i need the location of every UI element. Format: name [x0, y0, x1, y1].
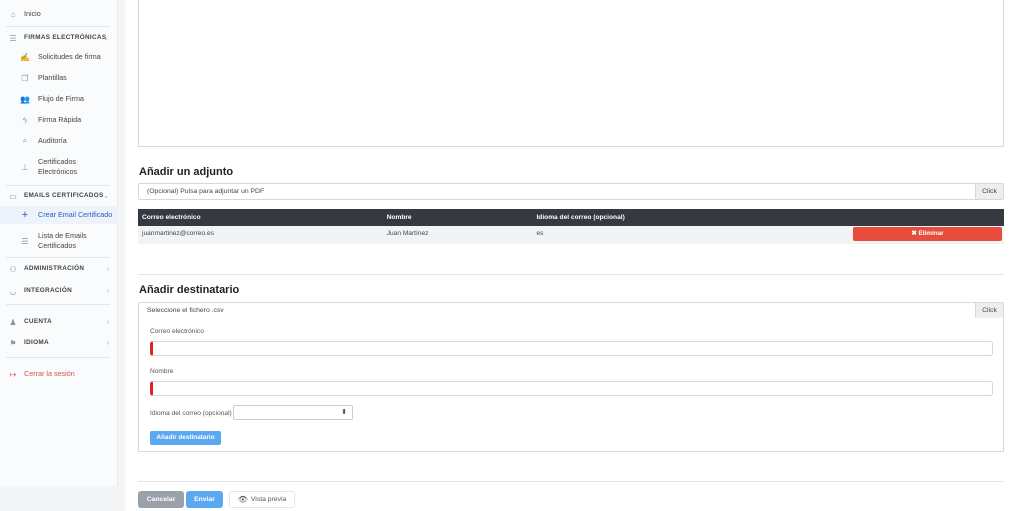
delete-recipient-button[interactable]: ✖ Eliminar: [853, 227, 1002, 241]
sidebar-item-label: Auditoría: [38, 136, 67, 145]
sidebar-item-flujo[interactable]: 👥 Flujo de Firma: [0, 93, 118, 105]
sidebar-item-inicio[interactable]: ⌂ Inicio: [0, 8, 118, 20]
recipients-table: Correo electrónico Nombre Idioma del cor…: [138, 209, 1004, 244]
email-body-editor[interactable]: [138, 0, 1004, 147]
recipient-name: Juan Martínez: [382, 226, 533, 244]
chevron-down-icon: ⌄: [103, 35, 109, 42]
flag-icon: ⚑: [9, 338, 17, 348]
sidebar-section-firmas[interactable]: ☰ FIRMAS ELECTRÓNICAS ⌄: [0, 32, 118, 44]
user-cog-icon: ⚇: [9, 264, 17, 274]
sidebar-item-label: Flujo de Firma: [38, 94, 84, 103]
column-header: Correo electrónico: [138, 209, 383, 226]
users-icon: 👥: [20, 94, 30, 104]
recipient-language: es: [532, 226, 846, 244]
shield-icon: ◡: [9, 286, 17, 296]
send-button[interactable]: Enviar: [186, 491, 223, 508]
column-header: Nombre: [382, 209, 533, 226]
sidebar-item-certificados[interactable]: ⊥ Certificados Electrónicos: [0, 156, 118, 178]
sidebar-item-firma-rapida[interactable]: ϟ Firma Rápida: [0, 114, 118, 126]
sidebar-item-logout[interactable]: ↦ Cerrar la sesión: [0, 368, 118, 380]
cancel-button[interactable]: Cancelar: [138, 491, 184, 508]
sidebar-item-auditoria[interactable]: ⌕ Auditoría: [0, 135, 118, 147]
divider: [6, 257, 110, 258]
sidebar-section-emails[interactable]: ▭ EMAILS CERTIFICADOS ⌄: [0, 190, 118, 202]
envelope-icon: ▭: [9, 191, 17, 201]
sidebar: ⌂ Inicio ☰ FIRMAS ELECTRÓNICAS ⌄ ✍ Solic…: [0, 0, 118, 486]
sidebar-item-plantillas[interactable]: ❐ Plantillas: [0, 72, 118, 84]
divider: [6, 26, 110, 27]
name-label: Nombre: [150, 368, 174, 375]
list-icon: ☰: [21, 236, 29, 246]
language-select[interactable]: ⬍: [233, 405, 353, 420]
sidebar-item-crear-email[interactable]: + Crear Email Certificado: [0, 206, 118, 224]
sidebar-item-label: Lista de Emails Certificados: [38, 231, 87, 250]
sidebar-item-label: Certificados Electrónicos: [38, 157, 78, 176]
add-recipient-form: Correo electrónico Nombre Idioma del cor…: [138, 318, 1004, 452]
preview-button[interactable]: 👁 Vista previa: [229, 491, 295, 508]
sidebar-item-label: ADMINISTRACIÓN: [24, 265, 85, 272]
chevron-right-icon: ›: [106, 265, 109, 273]
attachment-placeholder: (Opcional) Pulsa para adjuntar un PDF: [147, 188, 265, 195]
language-label: Idioma del correo (opcional): [150, 410, 232, 417]
chevron-right-icon: ›: [106, 339, 109, 347]
email-label: Correo electrónico: [150, 328, 204, 335]
signature-icon: ✍: [20, 52, 30, 62]
email-field[interactable]: [150, 341, 993, 356]
divider: [6, 304, 110, 305]
sidebar-item-label: IDIOMA: [24, 339, 49, 346]
divider: [138, 274, 1004, 275]
chevron-right-icon: ›: [106, 318, 109, 326]
sidebar-item-label: EMAILS CERTIFICADOS: [24, 192, 104, 199]
chevron-down-icon: ⌄: [103, 193, 109, 200]
attachment-browse-button[interactable]: Click: [975, 184, 1003, 199]
select-arrows-icon: ⬍: [341, 409, 347, 416]
table-header-row: Correo electrónico Nombre Idioma del cor…: [138, 209, 1004, 226]
bolt-icon: ϟ: [22, 115, 28, 125]
sidebar-item-label: INTEGRACIÓN: [24, 287, 73, 294]
main-content: Añadir un adjunto (Opcional) Pulsa para …: [125, 0, 1024, 511]
recipient-email: juanmartinez@correo.es: [138, 226, 383, 244]
sidebar-item-label: FIRMAS ELECTRÓNICAS: [24, 34, 107, 41]
sidebar-section-idioma[interactable]: ⚑ IDIOMA ›: [0, 337, 118, 349]
sidebar-item-label: Firma Rápida: [38, 115, 82, 124]
certificate-icon: ⊥: [21, 162, 29, 172]
sidebar-item-label: Crear Email Certificado: [38, 210, 113, 219]
recipient-action-cell: ✖ Eliminar: [846, 226, 1004, 244]
csv-file-input[interactable]: Seleccione el fichero .csv Click: [138, 302, 1004, 319]
sidebar-item-label: CUENTA: [24, 318, 52, 325]
copy-icon: ❐: [21, 73, 29, 83]
chevron-right-icon: ›: [106, 287, 109, 295]
sidebar-item-label: Cerrar la sesión: [24, 369, 75, 378]
divider: [138, 481, 1004, 482]
list-icon: ☰: [9, 33, 17, 43]
sidebar-section-administracion[interactable]: ⚇ ADMINISTRACIÓN ›: [0, 263, 118, 275]
sidebar-section-cuenta[interactable]: ♟ CUENTA ›: [0, 316, 118, 328]
user-icon: ♟: [9, 317, 17, 327]
logout-icon: ↦: [9, 369, 17, 379]
csv-browse-button[interactable]: Click: [975, 303, 1003, 318]
preview-label: Vista previa: [250, 496, 287, 503]
attachment-file-input[interactable]: (Opcional) Pulsa para adjuntar un PDF Cl…: [138, 183, 1004, 200]
sidebar-section-integracion[interactable]: ◡ INTEGRACIÓN ›: [0, 285, 118, 297]
csv-placeholder: Seleccione el fichero .csv: [147, 307, 224, 314]
home-icon: ⌂: [10, 9, 16, 19]
eye-icon: 👁: [237, 495, 248, 504]
add-recipient-title: Añadir destinatario: [139, 284, 240, 296]
sidebar-item-label: Solicitudes de firma: [38, 52, 101, 61]
sidebar-item-label: Plantillas: [38, 73, 67, 82]
divider: [6, 185, 110, 186]
sidebar-item-solicitudes[interactable]: ✍ Solicitudes de firma: [0, 51, 118, 63]
divider: [6, 357, 110, 358]
column-header: Idioma del correo (opcional): [532, 209, 846, 226]
search-icon: ⌕: [22, 136, 28, 145]
add-recipient-button[interactable]: Añadir destinatario: [150, 431, 221, 445]
sidebar-item-lista-emails[interactable]: ☰ Lista de Emails Certificados: [0, 230, 118, 252]
plus-icon: +: [21, 209, 29, 221]
attachment-title: Añadir un adjunto: [139, 166, 234, 178]
table-row: juanmartinez@correo.es Juan Martínez es …: [138, 226, 1004, 244]
sidebar-item-label: Inicio: [24, 9, 41, 18]
column-header: [846, 209, 1004, 226]
name-field[interactable]: [150, 381, 993, 396]
